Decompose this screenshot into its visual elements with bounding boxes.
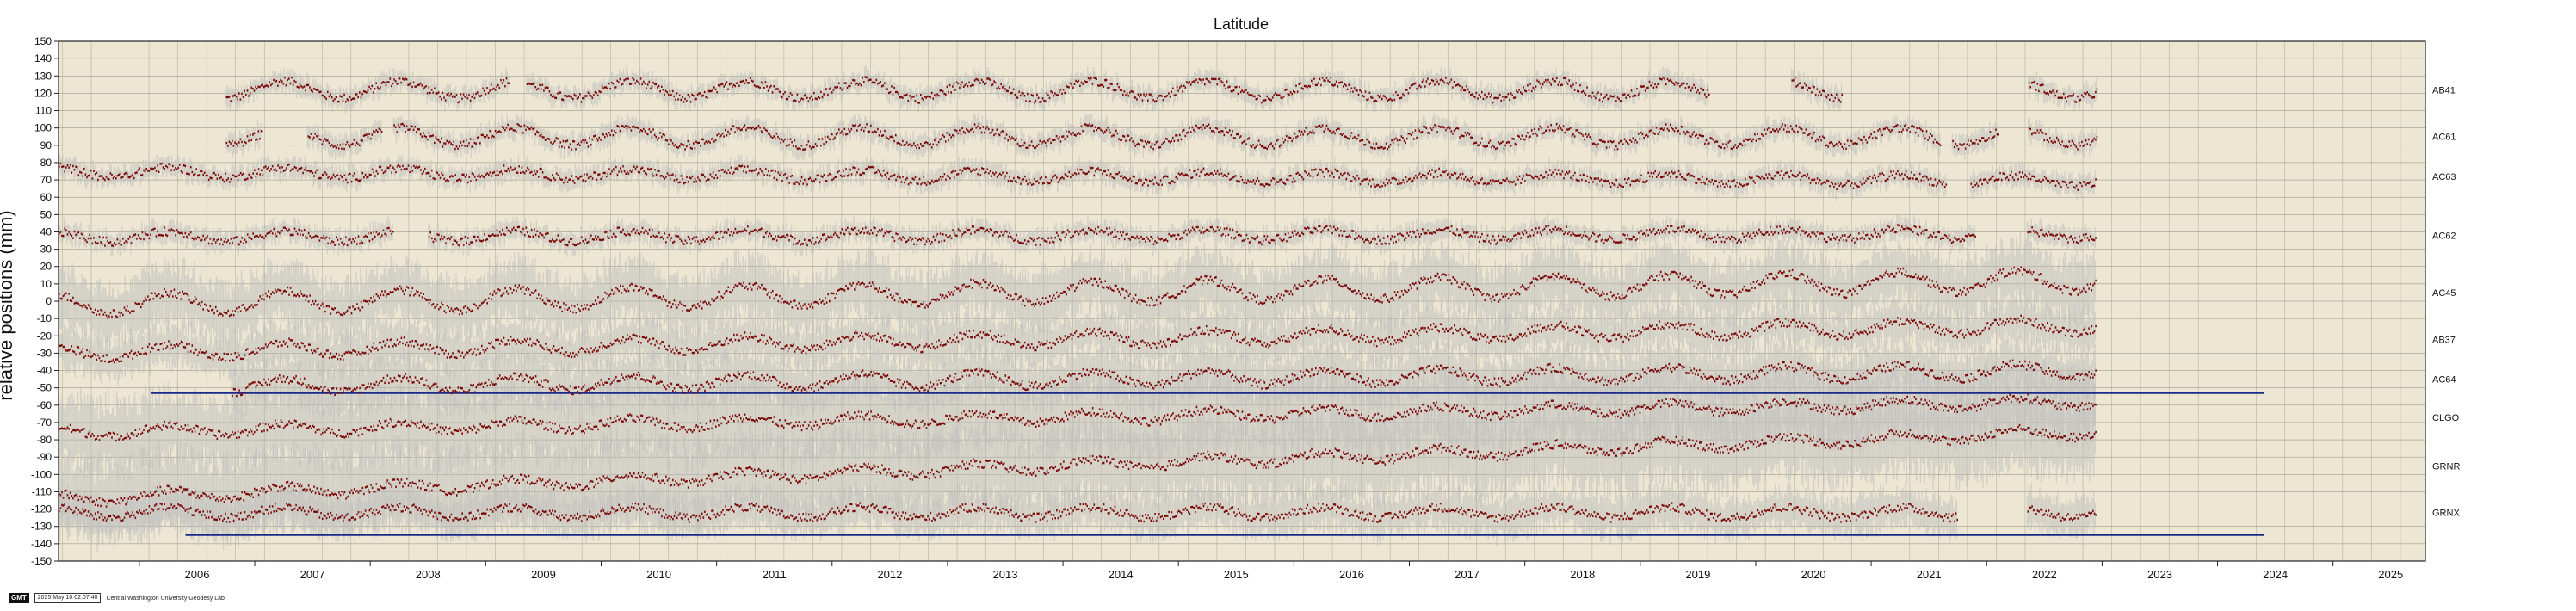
- latitude-chart: 1501401301201101009080706050403020100-10…: [0, 0, 2576, 607]
- chart-container: 1501401301201101009080706050403020100-10…: [0, 0, 2576, 607]
